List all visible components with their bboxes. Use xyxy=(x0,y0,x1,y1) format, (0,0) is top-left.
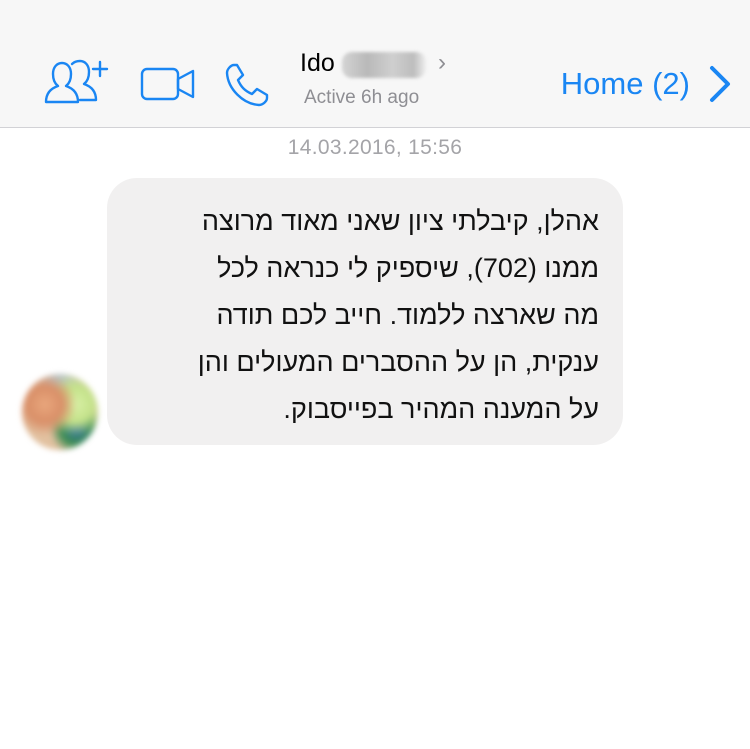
contact-details-chevron: › xyxy=(438,49,446,76)
video-camera-icon[interactable] xyxy=(140,66,196,102)
back-button-label: Home (2) xyxy=(560,66,690,101)
contact-avatar[interactable] xyxy=(22,374,98,450)
incoming-message-bubble[interactable]: אהלן, קיבלתי ציון שאני מאוד מרוצה ממנו (… xyxy=(107,178,623,445)
navigation-bar: Ido › Active 6h ago Home (2) xyxy=(0,0,750,128)
contact-name: Ido xyxy=(300,49,335,77)
message-line: מה שארצה ללמוד. חייב לכם תודה xyxy=(216,300,599,330)
message-timestamp: 14.03.2016, 15:56 xyxy=(287,136,463,159)
messenger-thread-screen: Ido › Active 6h ago Home (2) 14.03.2016,… xyxy=(0,0,750,749)
phone-icon[interactable] xyxy=(224,62,270,108)
message-line: ממנו (702), שיספיק לי כנראה לכל xyxy=(217,253,599,283)
redacted-surname xyxy=(342,52,426,78)
message-line: אהלן, קיבלתי ציון שאני מאוד מרוצה xyxy=(201,206,599,236)
contact-status: Active 6h ago xyxy=(304,87,420,108)
contact-title[interactable]: Ido › Active 6h ago xyxy=(300,48,480,114)
home-back-button[interactable]: Home (2) xyxy=(561,60,732,108)
message-line: ענקית, הן על ההסברים המעולים והן xyxy=(197,347,599,377)
add-people-icon[interactable] xyxy=(42,58,112,106)
chevron-right-icon xyxy=(710,66,730,102)
message-text: אהלן, קיבלתי ציון שאני מאוד מרוצה ממנו (… xyxy=(131,198,599,433)
message-line: על המענה המהיר בפייסבוק. xyxy=(283,394,599,424)
